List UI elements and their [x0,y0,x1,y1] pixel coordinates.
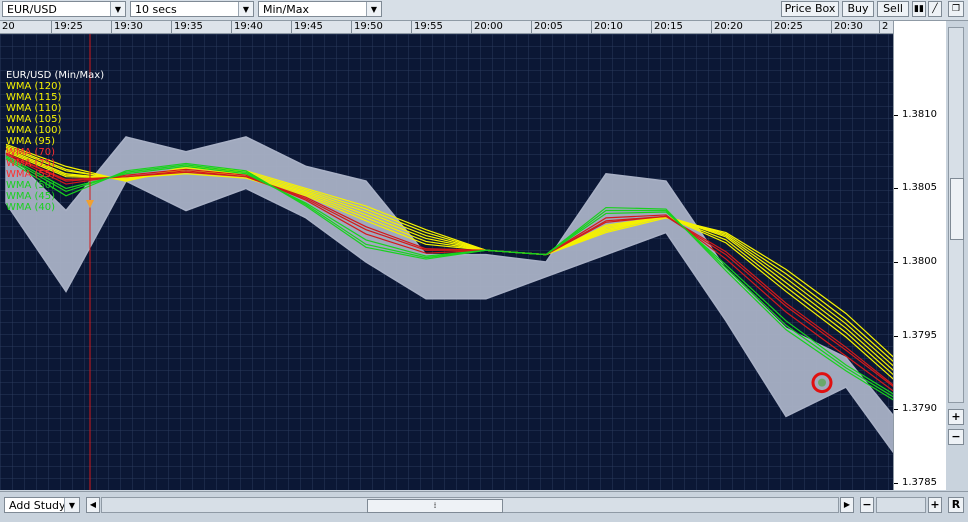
legend-wma-120: WMA (120) [6,81,62,92]
style-value: Min/Max [263,3,309,16]
price-chart[interactable] [0,34,895,490]
time-tick-label: 19:45 [294,21,323,32]
time-tick-label: 2 [882,21,889,32]
time-tick-label: 20:20 [714,21,743,32]
window-restore-icon[interactable]: ❐ [948,1,964,17]
vertical-scrollbar[interactable] [948,27,964,403]
time-tick-label: 20:00 [474,21,503,32]
time-tick [111,21,112,33]
scroll-right-button[interactable]: ▶ [840,497,854,513]
legend-wma-75: WMA (75) [6,158,56,169]
legend-wma-115: WMA (115) [6,92,62,103]
time-tick [591,21,592,33]
scroll-left-button[interactable]: ◀ [86,497,100,513]
horizontal-scroll-thumb[interactable]: ⁞ [367,499,503,513]
right-controls: + − [946,21,968,490]
zoom-out-vertical-button[interactable]: − [948,429,964,445]
price-tick-label: 1.3785 [902,476,937,488]
time-tick-label: 20:25 [774,21,803,32]
time-tick [771,21,772,33]
time-tick-label: 19:55 [414,21,443,32]
price-tick [894,335,898,337]
add-study-label: Add Study [9,499,66,512]
price-band [5,136,895,456]
time-tick-label: 19:40 [234,21,263,32]
price-tick [894,409,898,411]
time-tick [231,21,232,33]
price-axis: 1.3810 1.3805 1.3800 1.3795 1.3790 1.3785 [893,21,946,490]
chevron-down-icon[interactable]: ▼ [238,2,253,16]
interval-select[interactable]: 10 secs ▼ [130,1,254,17]
price-tick-label: 1.3790 [902,403,937,415]
time-tick [531,21,532,33]
chevron-down-icon[interactable]: ▼ [366,2,381,16]
time-tick [351,21,352,33]
time-tick [831,21,832,33]
toolbar: EUR/USD ▼ 10 secs ▼ Min/Max ▼ Price Box … [0,0,968,21]
price-tick-label: 1.3805 [902,182,937,194]
time-tick [411,21,412,33]
price-tick [894,262,898,263]
bottom-bar: Add Study ▼ ◀ ⁞ ▶ − + R [0,491,968,522]
legend-wma-100: WMA (100) [6,125,62,136]
sell-button[interactable]: Sell [877,1,909,17]
zoom-in-vertical-button[interactable]: + [948,409,964,425]
time-tick-label: 20 [2,21,15,32]
price-tick [894,482,898,484]
legend-wma-50: WMA (50) [6,180,56,191]
legend-wma-40: WMA (40) [6,202,56,213]
legend-title: EUR/USD (Min/Max) [6,70,105,81]
price-tick-label: 1.3795 [902,329,937,341]
chevron-down-icon[interactable]: ▼ [110,2,125,16]
symbol-select[interactable]: EUR/USD ▼ [2,1,126,17]
time-tick-label: 19:35 [174,21,203,32]
time-tick-label: 19:30 [114,21,143,32]
time-tick [51,21,52,33]
time-tick [711,21,712,33]
add-study-select[interactable]: Add Study ▼ [4,497,80,513]
price-tick-label: 1.3800 [902,256,937,267]
bars-icon[interactable]: ▮▮ [912,1,926,17]
chart-plot-area[interactable]: EUR/USD (Min/Max) WMA (120) WMA (115) WM… [0,34,895,490]
price-box-button[interactable]: Price Box [781,1,839,17]
zoom-in-button[interactable]: + [928,497,942,513]
zoom-slider[interactable] [876,497,926,513]
chevron-down-icon[interactable]: ▼ [64,498,79,512]
legend-wma-105: WMA (105) [6,114,62,125]
time-tick [651,21,652,33]
price-tick [894,188,898,190]
symbol-value: EUR/USD [7,3,57,16]
time-tick [171,21,172,33]
legend-wma-55: WMA (55) [6,169,56,180]
time-axis: 20 19:25 19:30 19:35 19:40 19:45 19:50 19:55 20:… [0,21,893,34]
chart-legend: EUR/USD (Min/Max) WMA (120) WMA (115) WM… [6,70,104,213]
time-tick-label: 20:30 [834,21,863,32]
zoom-out-button[interactable]: − [860,497,874,513]
time-tick [879,21,880,33]
time-tick-label: 20:15 [654,21,683,32]
legend-wma-70: WMA (70) [6,147,56,158]
price-tick [894,114,898,116]
vertical-scroll-thumb[interactable] [950,178,964,240]
legend-wma-45: WMA (45) [6,191,56,202]
highlight-marker-dot [818,378,826,387]
horizontal-scrollbar[interactable]: ⁞ [101,497,839,513]
reset-button[interactable]: R [948,497,964,513]
time-tick [471,21,472,33]
price-tick-label: 1.3810 [902,108,937,120]
time-tick-label: 20:05 [534,21,563,32]
time-tick-label: 19:25 [54,21,83,32]
buy-button[interactable]: Buy [842,1,874,17]
time-tick [291,21,292,33]
legend-wma-110: WMA (110) [6,103,62,114]
legend-wma-95: WMA (95) [6,136,56,147]
style-select[interactable]: Min/Max ▼ [258,1,382,17]
draw-line-icon[interactable]: ╱ [928,1,942,17]
interval-value: 10 secs [135,3,177,16]
time-tick-label: 19:50 [354,21,383,32]
time-tick-label: 20:10 [594,21,623,32]
